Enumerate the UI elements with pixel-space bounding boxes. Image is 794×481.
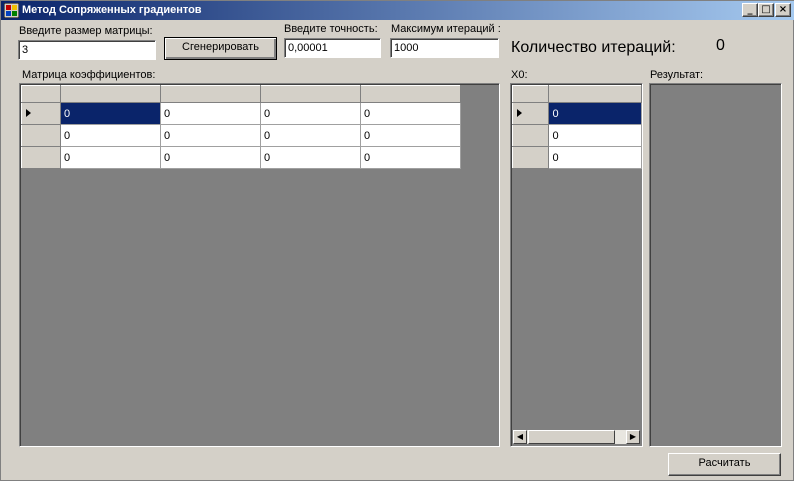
- precision-input[interactable]: 0,00001: [284, 38, 381, 58]
- x0-table: 0 0 0: [511, 85, 642, 169]
- matrix-cell[interactable]: 0: [260, 146, 361, 169]
- matrix-size-label: Введите размер матрицы:: [19, 25, 153, 37]
- matrix-cell[interactable]: 0: [60, 102, 161, 125]
- precision-label: Введите точность:: [284, 23, 378, 35]
- matrix-cell[interactable]: 0: [160, 124, 261, 147]
- matrix-corner-header: [21, 85, 61, 103]
- matrix-cell[interactable]: 0: [160, 102, 261, 125]
- matrix-cell[interactable]: 0: [360, 146, 461, 169]
- matrix-row-header[interactable]: [21, 146, 61, 169]
- matrix-row[interactable]: 0 0 0 0: [21, 146, 461, 169]
- result-grid[interactable]: [649, 83, 782, 447]
- scroll-thumb[interactable]: [528, 430, 615, 444]
- x0-column-header[interactable]: [548, 85, 642, 103]
- matrix-column-header[interactable]: [60, 85, 161, 103]
- x0-cell[interactable]: 0: [548, 146, 642, 169]
- matrix-row[interactable]: 0 0 0 0: [21, 124, 461, 147]
- matrix-cell[interactable]: 0: [160, 146, 261, 169]
- x0-row-header[interactable]: [511, 124, 550, 147]
- max-iterations-label: Максимум итераций :: [391, 23, 501, 35]
- matrix-cell[interactable]: 0: [360, 124, 461, 147]
- x0-row[interactable]: 0: [511, 146, 642, 169]
- current-row-arrow-icon: [26, 108, 31, 117]
- matrix-cell[interactable]: 0: [360, 102, 461, 125]
- generate-button[interactable]: Сгенерировать: [164, 37, 277, 60]
- scroll-left-icon[interactable]: ◀: [513, 430, 527, 444]
- matrix-grid[interactable]: 0 0 0 0 0 0 0 0 0 0 0 0: [19, 83, 500, 447]
- matrix-cell[interactable]: 0: [60, 124, 161, 147]
- result-label: Результат:: [650, 69, 704, 81]
- matrix-cell[interactable]: 0: [260, 102, 361, 125]
- x0-label: X0:: [511, 69, 528, 81]
- matrix-cell[interactable]: 0: [260, 124, 361, 147]
- x0-cell[interactable]: 0: [548, 124, 642, 147]
- x0-corner-header: [511, 85, 550, 103]
- max-iterations-input[interactable]: 1000: [390, 38, 499, 58]
- current-row-arrow-icon: [517, 108, 522, 117]
- x0-row[interactable]: 0: [511, 124, 642, 147]
- iterations-count-value: 0: [716, 37, 725, 54]
- app-icon: [4, 3, 19, 18]
- x0-horizontal-scrollbar[interactable]: ◀ ▶: [513, 430, 640, 444]
- maximize-button[interactable]: □: [758, 3, 774, 17]
- main-window: Метод Сопряженных градиентов _ □ × Введи…: [0, 0, 794, 481]
- calculate-button[interactable]: Расчитать: [668, 453, 781, 476]
- x0-row-header[interactable]: [511, 146, 550, 169]
- title-bar[interactable]: Метод Сопряженных градиентов _ □ ×: [1, 1, 794, 20]
- window-title: Метод Сопряженных градиентов: [22, 4, 202, 16]
- matrix-row-header[interactable]: [21, 124, 61, 147]
- close-button[interactable]: ×: [775, 3, 791, 17]
- matrix-column-header[interactable]: [260, 85, 361, 103]
- x0-row-header[interactable]: [511, 102, 550, 125]
- x0-cell[interactable]: 0: [548, 102, 642, 125]
- matrix-header-row: [21, 85, 461, 103]
- matrix-table: 0 0 0 0 0 0 0 0 0 0 0 0: [21, 85, 461, 169]
- x0-grid[interactable]: 0 0 0 ◀ ▶: [510, 83, 643, 447]
- matrix-size-input[interactable]: 3: [18, 40, 156, 60]
- iterations-count-label: Количество итераций:: [511, 39, 676, 56]
- matrix-row[interactable]: 0 0 0 0: [21, 102, 461, 125]
- matrix-label: Матрица коэффициентов:: [22, 69, 156, 81]
- minimize-button[interactable]: _: [742, 3, 758, 17]
- matrix-column-header[interactable]: [360, 85, 461, 103]
- x0-row[interactable]: 0: [511, 102, 642, 125]
- matrix-row-header[interactable]: [21, 102, 61, 125]
- x0-header-row: [511, 85, 642, 103]
- matrix-cell[interactable]: 0: [60, 146, 161, 169]
- scroll-right-icon[interactable]: ▶: [626, 430, 640, 444]
- matrix-column-header[interactable]: [160, 85, 261, 103]
